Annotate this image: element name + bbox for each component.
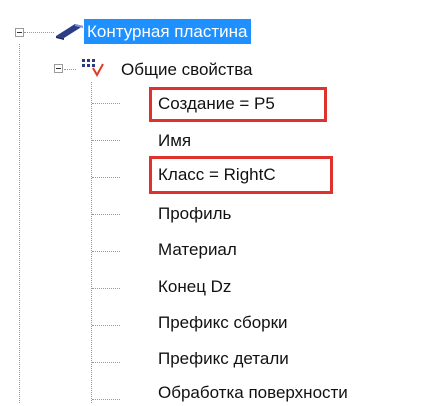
tree-branch xyxy=(92,362,120,363)
property-creation[interactable]: Создание = P5 xyxy=(158,91,275,117)
tree-line-root-h xyxy=(24,32,54,33)
tree-branch xyxy=(92,140,120,141)
tree-branch xyxy=(92,399,120,400)
property-material[interactable]: Материал xyxy=(158,237,237,263)
tree-root-label[interactable]: Контурная пластина xyxy=(84,19,252,44)
property-surface-treatment[interactable]: Обработка поверхности xyxy=(158,380,348,406)
property-part-prefix[interactable]: Префикс детали xyxy=(158,346,289,372)
property-name[interactable]: Имя xyxy=(158,128,191,154)
tree-line-root xyxy=(19,44,20,403)
tree-branch xyxy=(92,214,120,215)
tree-branch xyxy=(92,251,120,252)
property-class[interactable]: Класс = RightC xyxy=(158,162,276,188)
tree-group-label[interactable]: Общие свойства xyxy=(121,57,253,83)
properties-icon xyxy=(79,55,105,82)
property-profile[interactable]: Профиль xyxy=(158,201,231,227)
tree-branch xyxy=(92,177,120,178)
tree-branch xyxy=(92,325,120,326)
tree-line-group xyxy=(91,82,92,403)
collapse-root-toggle[interactable] xyxy=(15,28,24,37)
properties-tree: Контурная пластина Общие свойства Создан… xyxy=(0,0,430,403)
tree-line-group-h xyxy=(64,69,76,70)
property-end-dz[interactable]: Конец Dz xyxy=(158,274,231,300)
tree-branch xyxy=(92,288,120,289)
plate-icon xyxy=(54,21,84,46)
tree-branch xyxy=(92,103,120,104)
property-assembly-prefix[interactable]: Префикс сборки xyxy=(158,310,288,336)
collapse-group-toggle[interactable] xyxy=(54,64,63,73)
